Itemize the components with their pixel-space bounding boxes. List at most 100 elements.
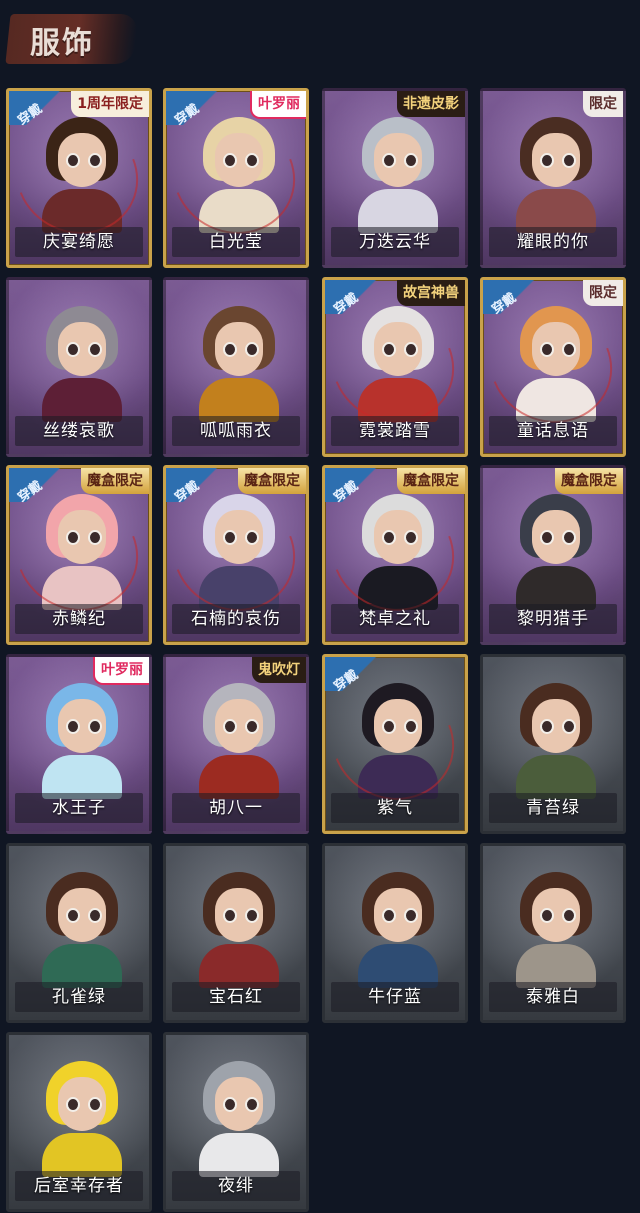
portrait-eye [245, 719, 259, 734]
header: 服饰 [0, 0, 640, 80]
costume-card[interactable]: 魔盒限定黎明猎手 [480, 465, 626, 645]
costume-name: 后室幸存者 [34, 1176, 124, 1196]
character-portrait [189, 679, 289, 799]
costume-card[interactable]: 穿戴 1周年限定庆宴绮愿 [6, 88, 152, 268]
worn-label: 穿戴 [15, 101, 46, 129]
limited-badge: 1周年限定 [71, 91, 149, 117]
character-portrait [506, 679, 606, 799]
limited-badge: 鬼吹灯 [252, 657, 306, 683]
character-portrait [189, 1057, 289, 1177]
worn-ribbon: 穿戴 [325, 280, 395, 318]
portrait-eye [562, 530, 576, 545]
limited-badge: 魔盒限定 [555, 468, 623, 494]
costume-card[interactable]: 孔雀绿 [6, 843, 152, 1023]
portrait-eye [382, 908, 396, 923]
costume-card[interactable]: 穿戴 魔盒限定石楠的哀伤 [163, 465, 309, 645]
costume-card[interactable]: 穿戴 魔盒限定赤鳞纪 [6, 465, 152, 645]
costume-card[interactable]: 限定耀眼的你 [480, 88, 626, 268]
portrait-eye [245, 908, 259, 923]
character-portrait [348, 868, 448, 988]
limited-badge: 魔盒限定 [397, 468, 465, 494]
worn-label: 穿戴 [331, 290, 362, 318]
portrait-eye [88, 1097, 102, 1112]
portrait-eye [88, 342, 102, 357]
portrait-eye [245, 342, 259, 357]
portrait-eye [540, 719, 554, 734]
costume-card[interactable]: 穿戴 叶罗丽白光莹 [163, 88, 309, 268]
portrait-eye [404, 908, 418, 923]
portrait-eye [382, 153, 396, 168]
portrait-eye [66, 1097, 80, 1112]
worn-ribbon: 穿戴 [166, 91, 236, 129]
limited-badge: 魔盒限定 [81, 468, 149, 494]
costume-card[interactable]: 夜绯 [163, 1032, 309, 1212]
worn-ribbon: 穿戴 [9, 91, 79, 129]
costume-name: 牛仔蓝 [368, 987, 422, 1007]
portrait-eye [66, 342, 80, 357]
portrait-eye [223, 908, 237, 923]
character-portrait [32, 302, 132, 422]
costume-card[interactable]: 鬼吹灯 胡八一 [163, 654, 309, 834]
worn-ribbon: 穿戴 [325, 657, 395, 695]
character-portrait [189, 868, 289, 988]
portrait-eye [540, 153, 554, 168]
limited-badge: 非遗皮影 [397, 91, 465, 117]
character-portrait [506, 868, 606, 988]
worn-label: 穿戴 [172, 478, 203, 506]
costume-name: 耀眼的你 [517, 232, 589, 252]
costume-card[interactable]: 穿戴 故宫神兽 霓裳踏雪 [322, 277, 468, 457]
limited-badge: 限定 [583, 280, 623, 306]
costume-name: 孔雀绿 [52, 987, 106, 1007]
worn-ribbon: 穿戴 [483, 280, 553, 318]
portrait-eye [223, 1097, 237, 1112]
portrait-eye [88, 719, 102, 734]
character-portrait [32, 679, 132, 799]
portrait-eye [540, 530, 554, 545]
worn-label: 穿戴 [331, 667, 362, 695]
worn-label: 穿戴 [331, 478, 362, 506]
limited-badge: 叶罗丽 [93, 657, 149, 685]
costume-card[interactable]: 青苔绿 [480, 654, 626, 834]
character-portrait [32, 1057, 132, 1177]
character-portrait [506, 490, 606, 610]
worn-ribbon: 穿戴 [325, 468, 395, 506]
character-portrait [32, 868, 132, 988]
costume-name: 赤鳞纪 [52, 609, 106, 629]
portrait-eye [88, 908, 102, 923]
costume-name: 青苔绿 [526, 798, 580, 818]
costume-name: 宝石红 [209, 987, 263, 1007]
costume-card[interactable]: 呱呱雨衣 [163, 277, 309, 457]
costume-name: 石楠的哀伤 [191, 609, 281, 629]
costume-name: 黎明猎手 [517, 609, 589, 629]
page-title: 服饰 [30, 26, 94, 61]
costume-name: 泰雅白 [526, 987, 580, 1007]
worn-label: 穿戴 [172, 101, 203, 129]
character-portrait [189, 302, 289, 422]
costume-name: 庆宴绮愿 [43, 232, 115, 252]
portrait-eye [540, 908, 554, 923]
limited-badge: 限定 [583, 91, 623, 117]
limited-badge: 魔盒限定 [238, 468, 306, 494]
costume-card[interactable]: 丝缕哀歌 [6, 277, 152, 457]
limited-badge: 故宫神兽 [397, 280, 465, 306]
costume-card[interactable]: 穿戴 魔盒限定 梵卓之礼 [322, 465, 468, 645]
costume-card[interactable]: 穿戴 限定 童话息语 [480, 277, 626, 457]
worn-label: 穿戴 [15, 478, 46, 506]
worn-label: 穿戴 [489, 290, 520, 318]
costume-card[interactable]: 牛仔蓝 [322, 843, 468, 1023]
costume-card[interactable]: 穿戴 紫气 [322, 654, 468, 834]
portrait-eye [404, 153, 418, 168]
limited-badge: 叶罗丽 [250, 91, 306, 119]
costume-card[interactable]: 叶罗丽 水王子 [6, 654, 152, 834]
worn-ribbon: 穿戴 [166, 468, 236, 506]
portrait-eye [223, 342, 237, 357]
costume-card[interactable]: 宝石红 [163, 843, 309, 1023]
character-portrait [506, 113, 606, 233]
portrait-eye [562, 153, 576, 168]
costume-card[interactable]: 泰雅白 [480, 843, 626, 1023]
costume-card[interactable]: 后室幸存者 [6, 1032, 152, 1212]
costume-name: 白光莹 [209, 232, 263, 252]
portrait-eye [66, 908, 80, 923]
portrait-eye [66, 719, 80, 734]
costume-card[interactable]: 非遗皮影 万迭云华 [322, 88, 468, 268]
